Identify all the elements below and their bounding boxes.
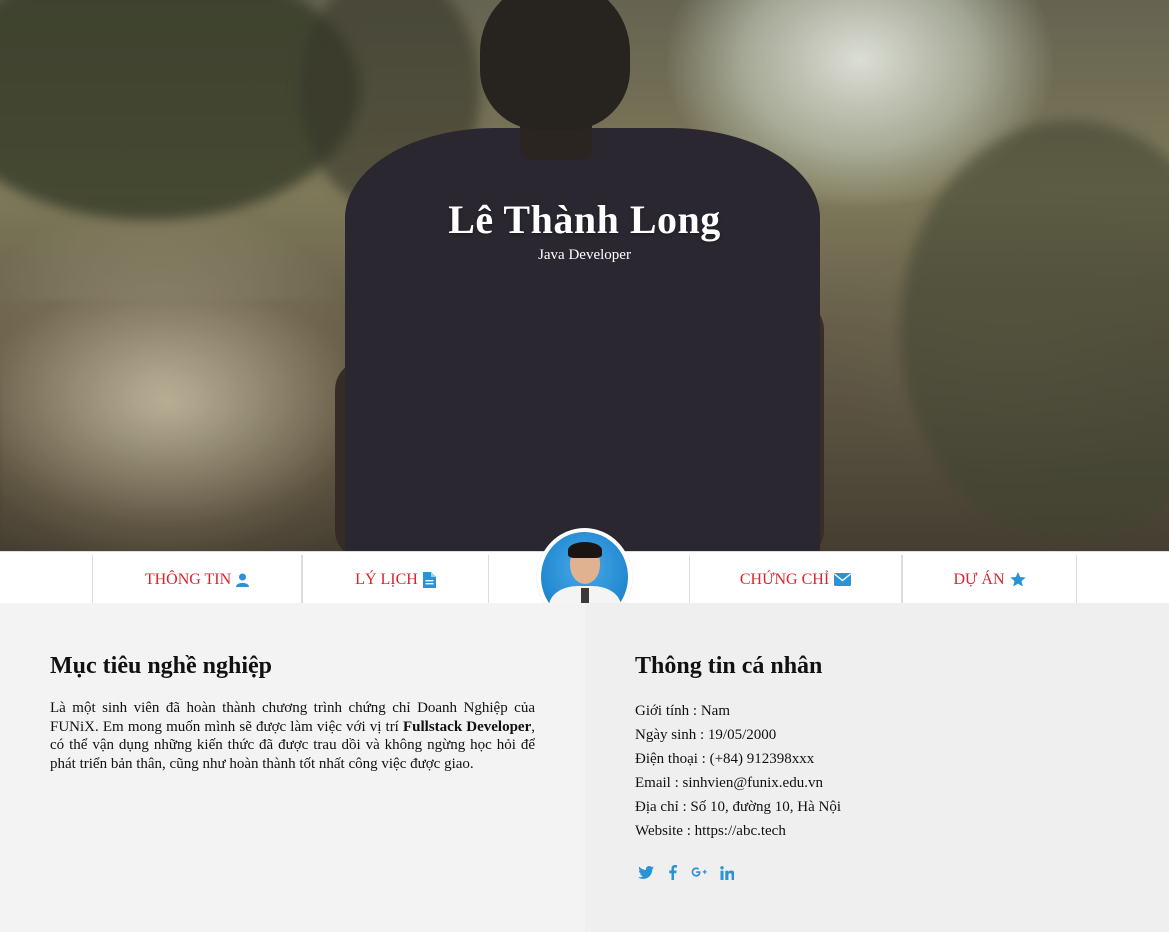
- linkedin-icon[interactable]: [718, 865, 735, 880]
- file-icon: [422, 571, 436, 588]
- nav-item-thong-tin[interactable]: THÔNG TIN: [92, 555, 302, 604]
- career-objective-title: Mục tiêu nghề nghiệp: [50, 653, 273, 679]
- info-gender: Giới tính : Nam: [635, 703, 731, 719]
- info-phone: Điện thoại : (+84) 912398xxx: [635, 751, 815, 767]
- star-icon: [1009, 572, 1026, 587]
- twitter-icon[interactable]: [637, 866, 654, 879]
- personal-info-list: Giới tính : Nam Ngày sinh : 19/05/2000 Đ…: [635, 699, 841, 843]
- nav-item-chung-chi[interactable]: CHỨNG CHỈ: [689, 555, 902, 604]
- profile-role: Java Developer: [538, 247, 631, 263]
- info-birthday: Ngày sinh : 19/05/2000: [635, 727, 777, 743]
- personal-info-section: Thông tin cá nhân Giới tính : Nam Ngày s…: [585, 603, 1169, 932]
- nav-item-du-an[interactable]: DỰ ÁN: [902, 555, 1077, 604]
- info-address: Địa chỉ : Số 10, đường 10, Hà Nội: [635, 799, 842, 815]
- user-icon: [236, 573, 250, 587]
- info-website: Website : https://abc.tech: [635, 823, 786, 839]
- profile-name: Lê Thành Long: [448, 197, 721, 242]
- nav-item-ly-lich[interactable]: LÝ LỊCH: [302, 555, 489, 604]
- career-objective-text: Là một sinh viên đã hoàn thành chương tr…: [50, 700, 535, 772]
- google-plus-icon[interactable]: [691, 866, 708, 879]
- personal-info-title: Thông tin cá nhân: [635, 653, 823, 679]
- nav-item-label: THÔNG TIN: [144, 570, 232, 588]
- nav-item-label: CHỨNG CHỈ: [739, 570, 830, 588]
- highlight-position: Fullstack Developer: [402, 718, 532, 735]
- facebook-icon[interactable]: [664, 865, 681, 880]
- hero-banner: [0, 0, 1169, 551]
- hero-text: Lê Thành Long Java Developer: [0, 196, 1169, 264]
- nav-item-label: LÝ LỊCH: [355, 570, 418, 588]
- envelope-icon: [834, 573, 852, 586]
- info-email: Email : sinhvien@funix.edu.vn: [635, 775, 823, 791]
- career-objective-section: Mục tiêu nghề nghiệp Là một sinh viên đã…: [0, 603, 585, 932]
- social-links: [637, 865, 735, 880]
- nav-item-label: DỰ ÁN: [953, 570, 1005, 588]
